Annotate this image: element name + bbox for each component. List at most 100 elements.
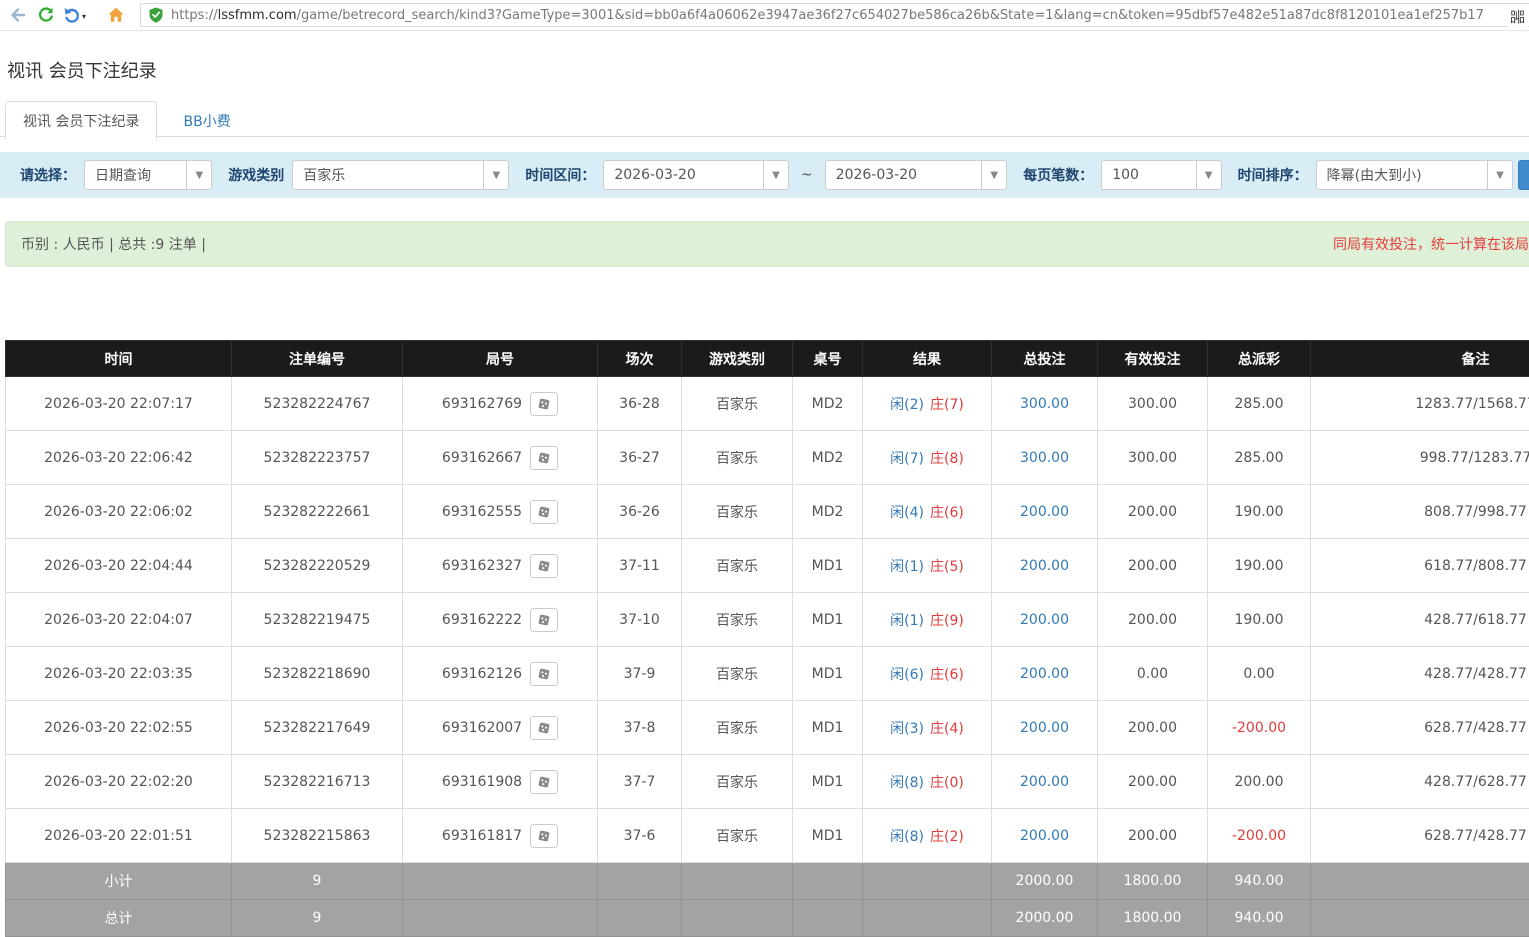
summary-notice: 同局有效投注，统一计算在该局 [1333, 234, 1529, 254]
cell-session: 36-26 [598, 485, 682, 539]
page-size-select[interactable]: 100 ▼ [1101, 160, 1221, 190]
date-to-select[interactable]: 2026-03-20 ▼ [825, 160, 1008, 190]
column-header: 结果 [863, 341, 992, 377]
secure-shield-icon [147, 6, 165, 24]
round-detail-button[interactable] [530, 608, 558, 632]
cell-table-number: MD1 [793, 809, 863, 863]
cell-result: 闲(8) 庄(0) [863, 755, 992, 809]
sort-select[interactable]: 降幂(由大到小) ▼ [1316, 160, 1513, 190]
refresh-icon[interactable] [36, 5, 56, 25]
cell-game-type: 百家乐 [682, 701, 793, 755]
round-detail-button[interactable] [530, 446, 558, 470]
undo-dropdown-caret[interactable]: ▾ [82, 12, 86, 21]
cell-valid-bet: 200.00 [1098, 593, 1208, 647]
cell-session: 36-27 [598, 431, 682, 485]
cell-round: 693162126 [403, 647, 598, 701]
cell-time: 2026-03-20 22:04:07 [6, 593, 232, 647]
cell-total-bet: 300.00 [992, 431, 1098, 485]
round-detail-button[interactable] [530, 554, 558, 578]
total-bet-link[interactable]: 300.00 [1020, 396, 1069, 412]
result-banker: 庄(4) [930, 721, 964, 737]
cell-bet-id: 523282219475 [232, 593, 403, 647]
total-bet-link[interactable]: 200.00 [1020, 828, 1069, 844]
cell-remark: 628.77/428.77 [1311, 809, 1529, 863]
cell-table-number: MD2 [793, 431, 863, 485]
cell-table-number: MD1 [793, 539, 863, 593]
cell-round: 693162769 [403, 377, 598, 431]
table-row: 2026-03-20 22:01:51 523282215863 6931618… [6, 809, 1529, 863]
column-header: 场次 [598, 341, 682, 377]
cell-round: 693161817 [403, 809, 598, 863]
cell-total-bet: 200.00 [992, 485, 1098, 539]
cell-result: 闲(4)庄(6) [863, 485, 992, 539]
round-detail-button[interactable] [530, 392, 558, 416]
cell-time: 2026-03-20 22:01:51 [6, 809, 232, 863]
total-bet-link[interactable]: 200.00 [1020, 558, 1069, 574]
round-detail-button[interactable] [530, 770, 558, 794]
result-player: 闲(8) [890, 775, 924, 791]
page-size-value: 100 [1102, 167, 1139, 183]
search-button[interactable] [1518, 160, 1529, 190]
query-mode-value: 日期查询 [85, 165, 151, 185]
cell-remark: 628.77/428.77 [1311, 701, 1529, 755]
result-player: 闲(7) [890, 451, 924, 467]
cell-result: 闲(1)庄(9) [863, 593, 992, 647]
cell-game-type: 百家乐 [682, 755, 793, 809]
undo-icon[interactable] [62, 5, 82, 25]
total-bet-link[interactable]: 200.00 [1020, 666, 1069, 682]
cell-total-bet: 200.00 [992, 593, 1098, 647]
result-banker: 庄(8) [930, 451, 964, 467]
result-player: 闲(2) [890, 397, 924, 413]
cell-bet-id: 523282215863 [232, 809, 403, 863]
cell-remark: 808.77/998.77 [1311, 485, 1529, 539]
cell-remark: 428.77/628.77 [1311, 755, 1529, 809]
result-banker: 庄(0) [930, 775, 964, 791]
cell-bet-id: 523282216713 [232, 755, 403, 809]
round-number: 693162222 [442, 612, 522, 628]
round-detail-button[interactable] [530, 824, 558, 848]
total-bet-link[interactable]: 200.00 [1020, 720, 1069, 736]
empty-cell [403, 900, 598, 937]
address-bar[interactable]: https://lssfmm.com/game/betrecord_search… [140, 3, 1529, 27]
home-icon[interactable] [106, 5, 126, 25]
dice-icon [536, 666, 552, 682]
dice-icon [536, 828, 552, 844]
round-number: 693161817 [442, 828, 522, 844]
column-header: 注单编号 [232, 341, 403, 377]
total-bet-link[interactable]: 300.00 [1020, 450, 1069, 466]
game-type-select[interactable]: 百家乐 ▼ [292, 160, 509, 190]
chevron-down-icon: ▼ [981, 161, 1006, 189]
browser-extension-icon[interactable]: 嘂 [1508, 6, 1527, 27]
cell-bet-id: 523282220529 [232, 539, 403, 593]
cell-game-type: 百家乐 [682, 485, 793, 539]
query-mode-select[interactable]: 日期查询 ▼ [84, 160, 212, 190]
cell-result: 闲(1)庄(5) [863, 539, 992, 593]
cell-session: 37-7 [598, 755, 682, 809]
cell-valid-bet: 200.00 [1098, 539, 1208, 593]
tab-bb-tip[interactable]: BB小费 [167, 102, 248, 139]
total-total-bet: 2000.00 [992, 900, 1098, 937]
cell-bet-id: 523282223757 [232, 431, 403, 485]
round-detail-button[interactable] [530, 716, 558, 740]
tab-bet-record[interactable]: 视讯 会员下注纪录 [5, 101, 157, 140]
game-type-value: 百家乐 [293, 165, 345, 185]
cell-payout: 190.00 [1208, 485, 1311, 539]
date-from-select[interactable]: 2026-03-20 ▼ [603, 160, 789, 190]
cell-bet-id: 523282224767 [232, 377, 403, 431]
cell-result: 闲(7) 庄(8) [863, 431, 992, 485]
table-row: 2026-03-20 22:02:55 523282217649 6931620… [6, 701, 1529, 755]
total-bet-link[interactable]: 200.00 [1020, 774, 1069, 790]
cell-result: 闲(2)庄(7) [863, 377, 992, 431]
round-detail-button[interactable] [530, 662, 558, 686]
total-bet-link[interactable]: 200.00 [1020, 504, 1069, 520]
result-player: 闲(8) [890, 829, 924, 845]
total-bet-link[interactable]: 200.00 [1020, 612, 1069, 628]
back-icon[interactable] [8, 5, 28, 25]
cell-game-type: 百家乐 [682, 809, 793, 863]
cell-valid-bet: 300.00 [1098, 377, 1208, 431]
round-detail-button[interactable] [530, 500, 558, 524]
date-to-value: 2026-03-20 [826, 167, 917, 183]
subtotal-total-bet: 2000.00 [992, 863, 1098, 900]
cell-valid-bet: 0.00 [1098, 647, 1208, 701]
subtotal-valid-bet: 1800.00 [1098, 863, 1208, 900]
